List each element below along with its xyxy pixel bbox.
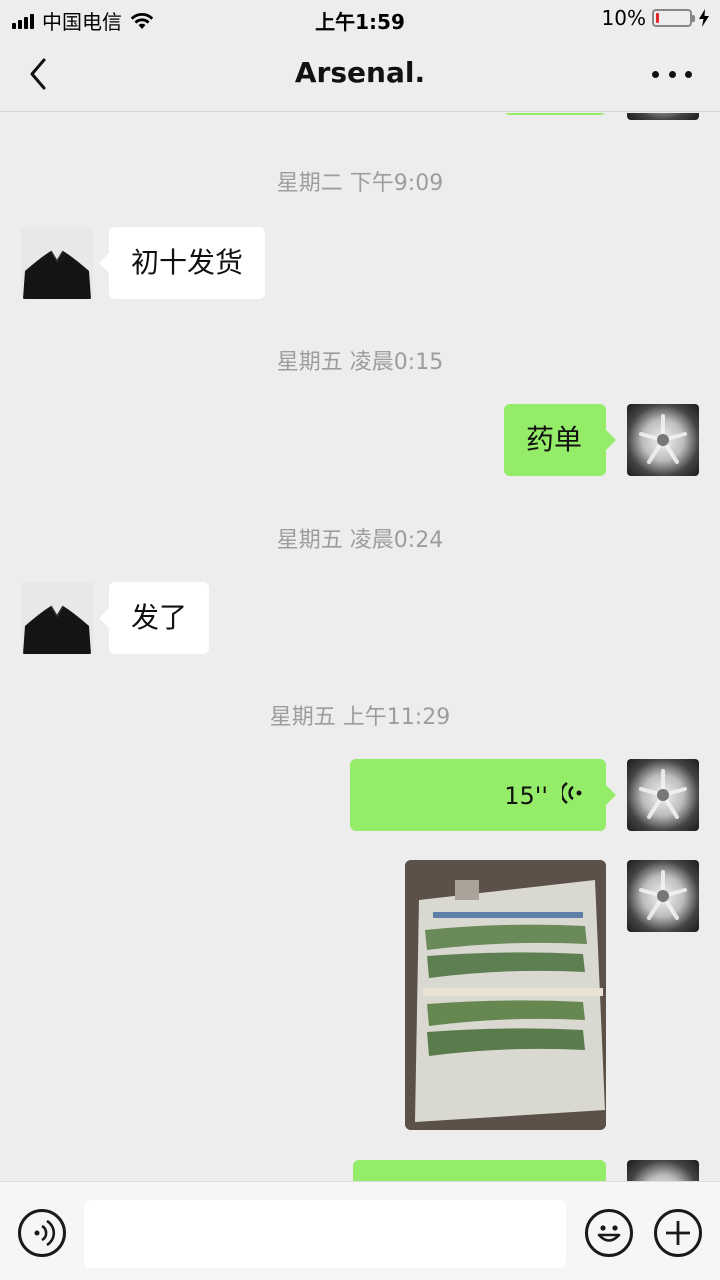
input-bar bbox=[0, 1181, 720, 1280]
battery-icon bbox=[652, 9, 695, 27]
received-message[interactable]: 发了 bbox=[98, 582, 210, 654]
self-avatar-image bbox=[639, 769, 687, 819]
contact-avatar-image bbox=[21, 582, 93, 654]
sent-message-partial[interactable] bbox=[504, 113, 606, 115]
charging-bolt-icon bbox=[699, 9, 709, 27]
more-dots-icon[interactable] bbox=[652, 62, 692, 86]
self-avatar[interactable] bbox=[627, 404, 699, 476]
message-list[interactable]: 星期二 下午9:09 初十发货 星期五 凌晨0:15 药单 星期五 凌晨0:24 bbox=[0, 113, 720, 1181]
emoji-icon[interactable] bbox=[585, 1209, 633, 1257]
voice-duration: 15'' bbox=[504, 782, 548, 810]
emoji-glyph bbox=[597, 1225, 621, 1242]
self-avatar[interactable] bbox=[627, 860, 699, 932]
image-message-photo bbox=[405, 860, 606, 1130]
self-avatar[interactable] bbox=[627, 759, 699, 831]
battery-level bbox=[656, 13, 659, 23]
timestamp: 星期五 凌晨0:15 bbox=[276, 350, 444, 375]
voice-wave-icon bbox=[560, 781, 582, 805]
chat-header: Arsenal. bbox=[0, 36, 720, 112]
timestamp: 星期二 下午9:09 bbox=[276, 171, 444, 196]
self-avatar[interactable] bbox=[627, 113, 699, 120]
image-message[interactable] bbox=[405, 860, 606, 1130]
voice-input-glyph bbox=[34, 1219, 56, 1247]
contact-avatar-image bbox=[21, 227, 93, 299]
status-right: 10% bbox=[602, 6, 710, 30]
status-bar: 中国电信 上午1:59 10% bbox=[0, 0, 720, 36]
message-input[interactable] bbox=[84, 1200, 566, 1268]
contact-avatar[interactable] bbox=[21, 582, 93, 654]
battery-percent: 10% bbox=[601, 6, 646, 30]
self-avatar-image bbox=[639, 414, 687, 464]
timestamp: 星期五 上午11:29 bbox=[269, 705, 451, 730]
self-avatar[interactable] bbox=[627, 1160, 699, 1181]
plus-glyph bbox=[666, 1221, 690, 1245]
sent-message-partial[interactable] bbox=[353, 1160, 606, 1181]
timestamp: 星期五 凌晨0:24 bbox=[276, 528, 444, 553]
voice-input-icon[interactable] bbox=[18, 1209, 66, 1257]
chat-title: Arsenal. bbox=[294, 56, 426, 89]
voice-message[interactable]: 15'' bbox=[350, 759, 616, 831]
plus-circle-icon[interactable] bbox=[654, 1209, 702, 1257]
self-avatar-image bbox=[639, 870, 687, 920]
sent-message[interactable]: 药单 bbox=[504, 404, 616, 476]
contact-avatar[interactable] bbox=[21, 227, 93, 299]
received-message[interactable]: 初十发货 bbox=[98, 227, 266, 299]
chat-screen: 中国电信 上午1:59 10% Arsenal. 星期二 下午9:09 初十发货… bbox=[0, 0, 720, 1280]
